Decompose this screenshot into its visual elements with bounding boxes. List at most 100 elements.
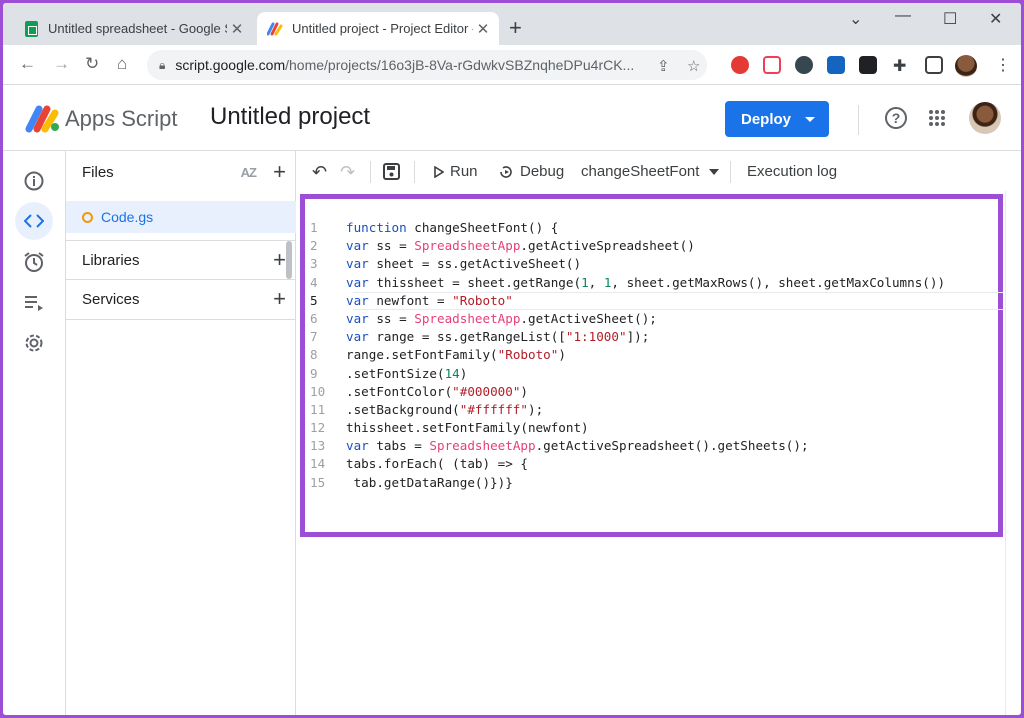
project-title[interactable]: Untitled project <box>210 103 370 131</box>
code-text[interactable]: var newfont = "Roboto" <box>346 292 513 310</box>
code-line[interactable]: 12 thissheet.setFontFamily(newfont) <box>310 419 945 437</box>
add-service-icon[interactable]: + <box>273 286 286 312</box>
tab-strip: Untitled spreadsheet - Google Sh ✕ Untit… <box>3 3 1021 45</box>
divider <box>370 161 371 183</box>
chevron-down-icon[interactable]: ⌄ <box>849 9 862 29</box>
code-line[interactable]: 6 var ss = SpreadsheetApp.getActiveSheet(… <box>310 310 945 328</box>
code-line[interactable]: 15 tab.getDataRange()})} <box>310 474 945 492</box>
help-icon[interactable]: ? <box>885 107 907 129</box>
file-item-code-gs[interactable]: Code.gs <box>66 201 296 233</box>
code-line[interactable]: 9 .setFontSize(14) <box>310 365 945 383</box>
debug-icon <box>500 165 512 178</box>
tab-spreadsheet[interactable]: Untitled spreadsheet - Google Sh ✕ <box>13 12 253 45</box>
play-icon <box>434 165 444 178</box>
code-text[interactable]: var range = ss.getRangeList(["1:1000"]); <box>346 328 649 346</box>
debug-button[interactable]: Debug <box>498 163 564 180</box>
files-panel: Files AZ + Code.gs Libraries + Services … <box>66 151 296 715</box>
code-text[interactable]: .setFontColor("#000000") <box>346 383 528 401</box>
debug-label: Debug <box>520 163 565 180</box>
new-tab-icon[interactable]: + <box>509 15 522 41</box>
add-library-icon[interactable]: + <box>273 247 286 273</box>
apps-grid-icon[interactable] <box>929 110 945 126</box>
browser-window: Untitled spreadsheet - Google Sh ✕ Untit… <box>3 3 1021 715</box>
code-text[interactable]: var sheet = ss.getActiveSheet() <box>346 255 581 273</box>
code-line[interactable]: 5 var newfont = "Roboto" <box>310 292 945 310</box>
line-number: 7 <box>310 329 318 345</box>
code-line[interactable]: 8 range.setFontFamily("Roboto") <box>310 346 945 364</box>
settings-gear-icon[interactable] <box>15 324 53 362</box>
code-lines[interactable]: 1 function changeSheetFont() {2 var ss = S… <box>310 219 945 492</box>
account-avatar[interactable] <box>969 102 1001 134</box>
code-line[interactable]: 3 var sheet = ss.getActiveSheet() <box>310 255 945 273</box>
minimize-icon[interactable]: — <box>895 7 911 25</box>
maximize-icon[interactable]: ☐ <box>943 9 957 29</box>
bookmark-star-icon[interactable]: ☆ <box>687 57 700 75</box>
code-line[interactable]: 2 var ss = SpreadsheetApp.getActiveSpread… <box>310 237 945 255</box>
side-panel-icon[interactable] <box>925 56 943 74</box>
pocket-extension-icon[interactable] <box>763 56 781 74</box>
code-text[interactable]: thissheet.setFontFamily(newfont) <box>346 419 589 437</box>
editor-scrollbar[interactable] <box>1005 191 1021 715</box>
line-number: 1 <box>310 220 318 235</box>
execution-log-button[interactable]: Execution log <box>747 163 837 180</box>
code-text[interactable]: function changeSheetFont() { <box>346 219 558 237</box>
code-line[interactable]: 1 function changeSheetFont() { <box>310 219 945 237</box>
share-icon[interactable]: ⇪ <box>657 57 670 75</box>
triggers-alarm-icon[interactable] <box>15 243 53 281</box>
more-vert-icon[interactable]: ⋮ <box>995 55 1011 75</box>
code-text[interactable]: var ss = SpreadsheetApp.getActiveSpreads… <box>346 237 695 255</box>
function-select[interactable]: changeSheetFont <box>581 163 720 180</box>
extension-icon[interactable] <box>827 56 845 74</box>
code-line[interactable]: 13 var tabs = SpreadsheetApp.getActiveSpr… <box>310 437 945 455</box>
save-icon[interactable] <box>383 163 400 185</box>
tab-project-editor[interactable]: Untitled project - Project Editor - ✕ <box>257 12 499 45</box>
code-text[interactable]: tab.getDataRange()})} <box>346 474 513 492</box>
editor-code-icon[interactable] <box>15 202 53 240</box>
services-section[interactable]: Services + <box>66 280 296 318</box>
deploy-button[interactable]: Deploy <box>725 101 829 137</box>
profile-avatar[interactable] <box>955 55 977 77</box>
code-line[interactable]: 4 var thissheet = sheet.getRange(1, 1, sh… <box>310 274 945 292</box>
add-file-icon[interactable]: + <box>273 159 286 185</box>
spy-extension-icon[interactable] <box>795 56 813 74</box>
code-editor[interactable]: 1 function changeSheetFont() {2 var ss = S… <box>296 191 1021 715</box>
apps-script-icon <box>267 21 283 37</box>
run-button[interactable]: Run <box>434 163 478 180</box>
code-text[interactable]: var tabs = SpreadsheetApp.getActiveSprea… <box>346 437 809 455</box>
overview-info-icon[interactable] <box>15 162 53 200</box>
tab-title: Untitled spreadsheet - Google Sh <box>48 21 227 36</box>
code-line[interactable]: 7 var range = ss.getRangeList(["1:1000"])… <box>310 328 945 346</box>
libraries-section[interactable]: Libraries + <box>66 241 296 279</box>
undo-icon[interactable]: ↶ <box>312 162 327 183</box>
sort-az-icon[interactable]: AZ <box>241 165 257 180</box>
puzzle-icon[interactable]: ✚ <box>893 56 906 76</box>
close-icon[interactable]: ✕ <box>473 20 493 38</box>
reload-icon[interactable]: ↻ <box>85 54 99 74</box>
home-icon[interactable]: ⌂ <box>117 54 127 74</box>
close-icon[interactable]: ✕ <box>227 20 247 38</box>
files-label: Files <box>82 163 114 181</box>
execution-log-label: Execution log <box>747 163 838 180</box>
redo-icon[interactable]: ↷ <box>340 162 355 183</box>
code-text[interactable]: range.setFontFamily("Roboto") <box>346 346 566 364</box>
code-line[interactable]: 11 .setBackground("#ffffff"); <box>310 401 945 419</box>
address-bar[interactable]: 🔒︎ script.google.com/home/projects/16o3j… <box>147 50 707 80</box>
line-number: 10 <box>310 383 326 399</box>
executions-list-icon[interactable] <box>15 284 53 322</box>
line-number: 8 <box>310 347 318 363</box>
adblock-extension-icon[interactable] <box>731 56 749 74</box>
sheets-icon <box>23 20 39 37</box>
code-text[interactable]: tabs.forEach( (tab) => { <box>346 455 528 473</box>
window-close-icon[interactable]: ✕ <box>989 9 1002 29</box>
code-line[interactable]: 10 .setFontColor("#000000") <box>310 383 945 401</box>
code-text[interactable]: .setFontSize(14) <box>346 365 467 383</box>
code-line[interactable]: 14 tabs.forEach( (tab) => { <box>310 455 945 473</box>
code-text[interactable]: var thissheet = sheet.getRange(1, 1, she… <box>346 274 945 292</box>
code-text[interactable]: .setBackground("#ffffff"); <box>346 401 543 419</box>
forward-icon[interactable]: → <box>53 54 70 74</box>
back-icon[interactable]: ← <box>19 54 36 74</box>
send-extension-icon[interactable] <box>859 56 877 74</box>
code-text[interactable]: var ss = SpreadsheetApp.getActiveSheet()… <box>346 310 657 328</box>
lock-icon[interactable]: 🔒︎ <box>159 58 165 73</box>
panel-scrollbar[interactable] <box>286 241 292 279</box>
